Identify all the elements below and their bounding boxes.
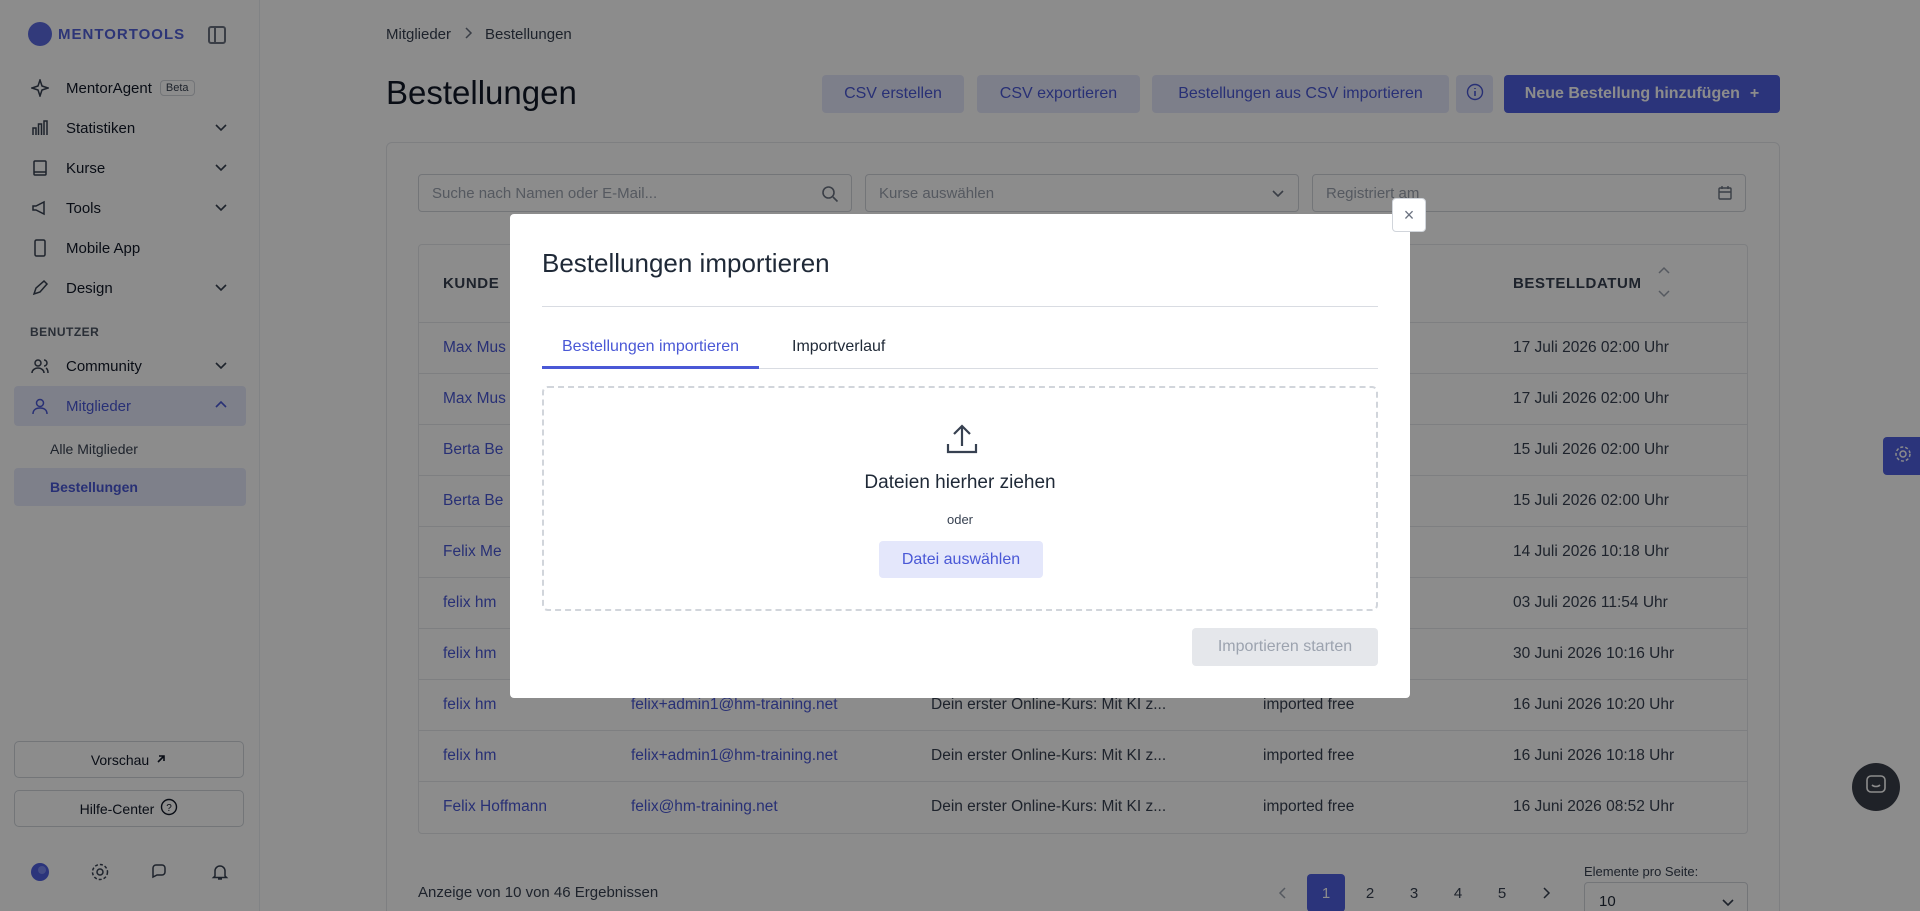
tab-history[interactable]: Importverlauf: [772, 334, 905, 369]
import-modal: Bestellungen importieren Bestellungen im…: [510, 214, 1410, 698]
upload-icon: [945, 422, 979, 460]
tab-import[interactable]: Bestellungen importieren: [542, 334, 759, 369]
modal-title: Bestellungen importieren: [542, 248, 830, 278]
dropzone-title: Dateien hierher ziehen: [864, 472, 1056, 493]
choose-file-button[interactable]: Datei auswählen: [879, 541, 1043, 578]
divider: [542, 306, 1378, 307]
start-import-button[interactable]: Importieren starten: [1192, 628, 1378, 666]
close-button[interactable]: ×: [1392, 198, 1426, 232]
modal-tabs: Bestellungen importieren Importverlauf: [542, 334, 1378, 369]
dropzone-or: oder: [946, 512, 974, 527]
file-dropzone[interactable]: Dateien hierher ziehen oder Datei auswäh…: [542, 386, 1378, 611]
close-icon: ×: [1403, 204, 1415, 225]
